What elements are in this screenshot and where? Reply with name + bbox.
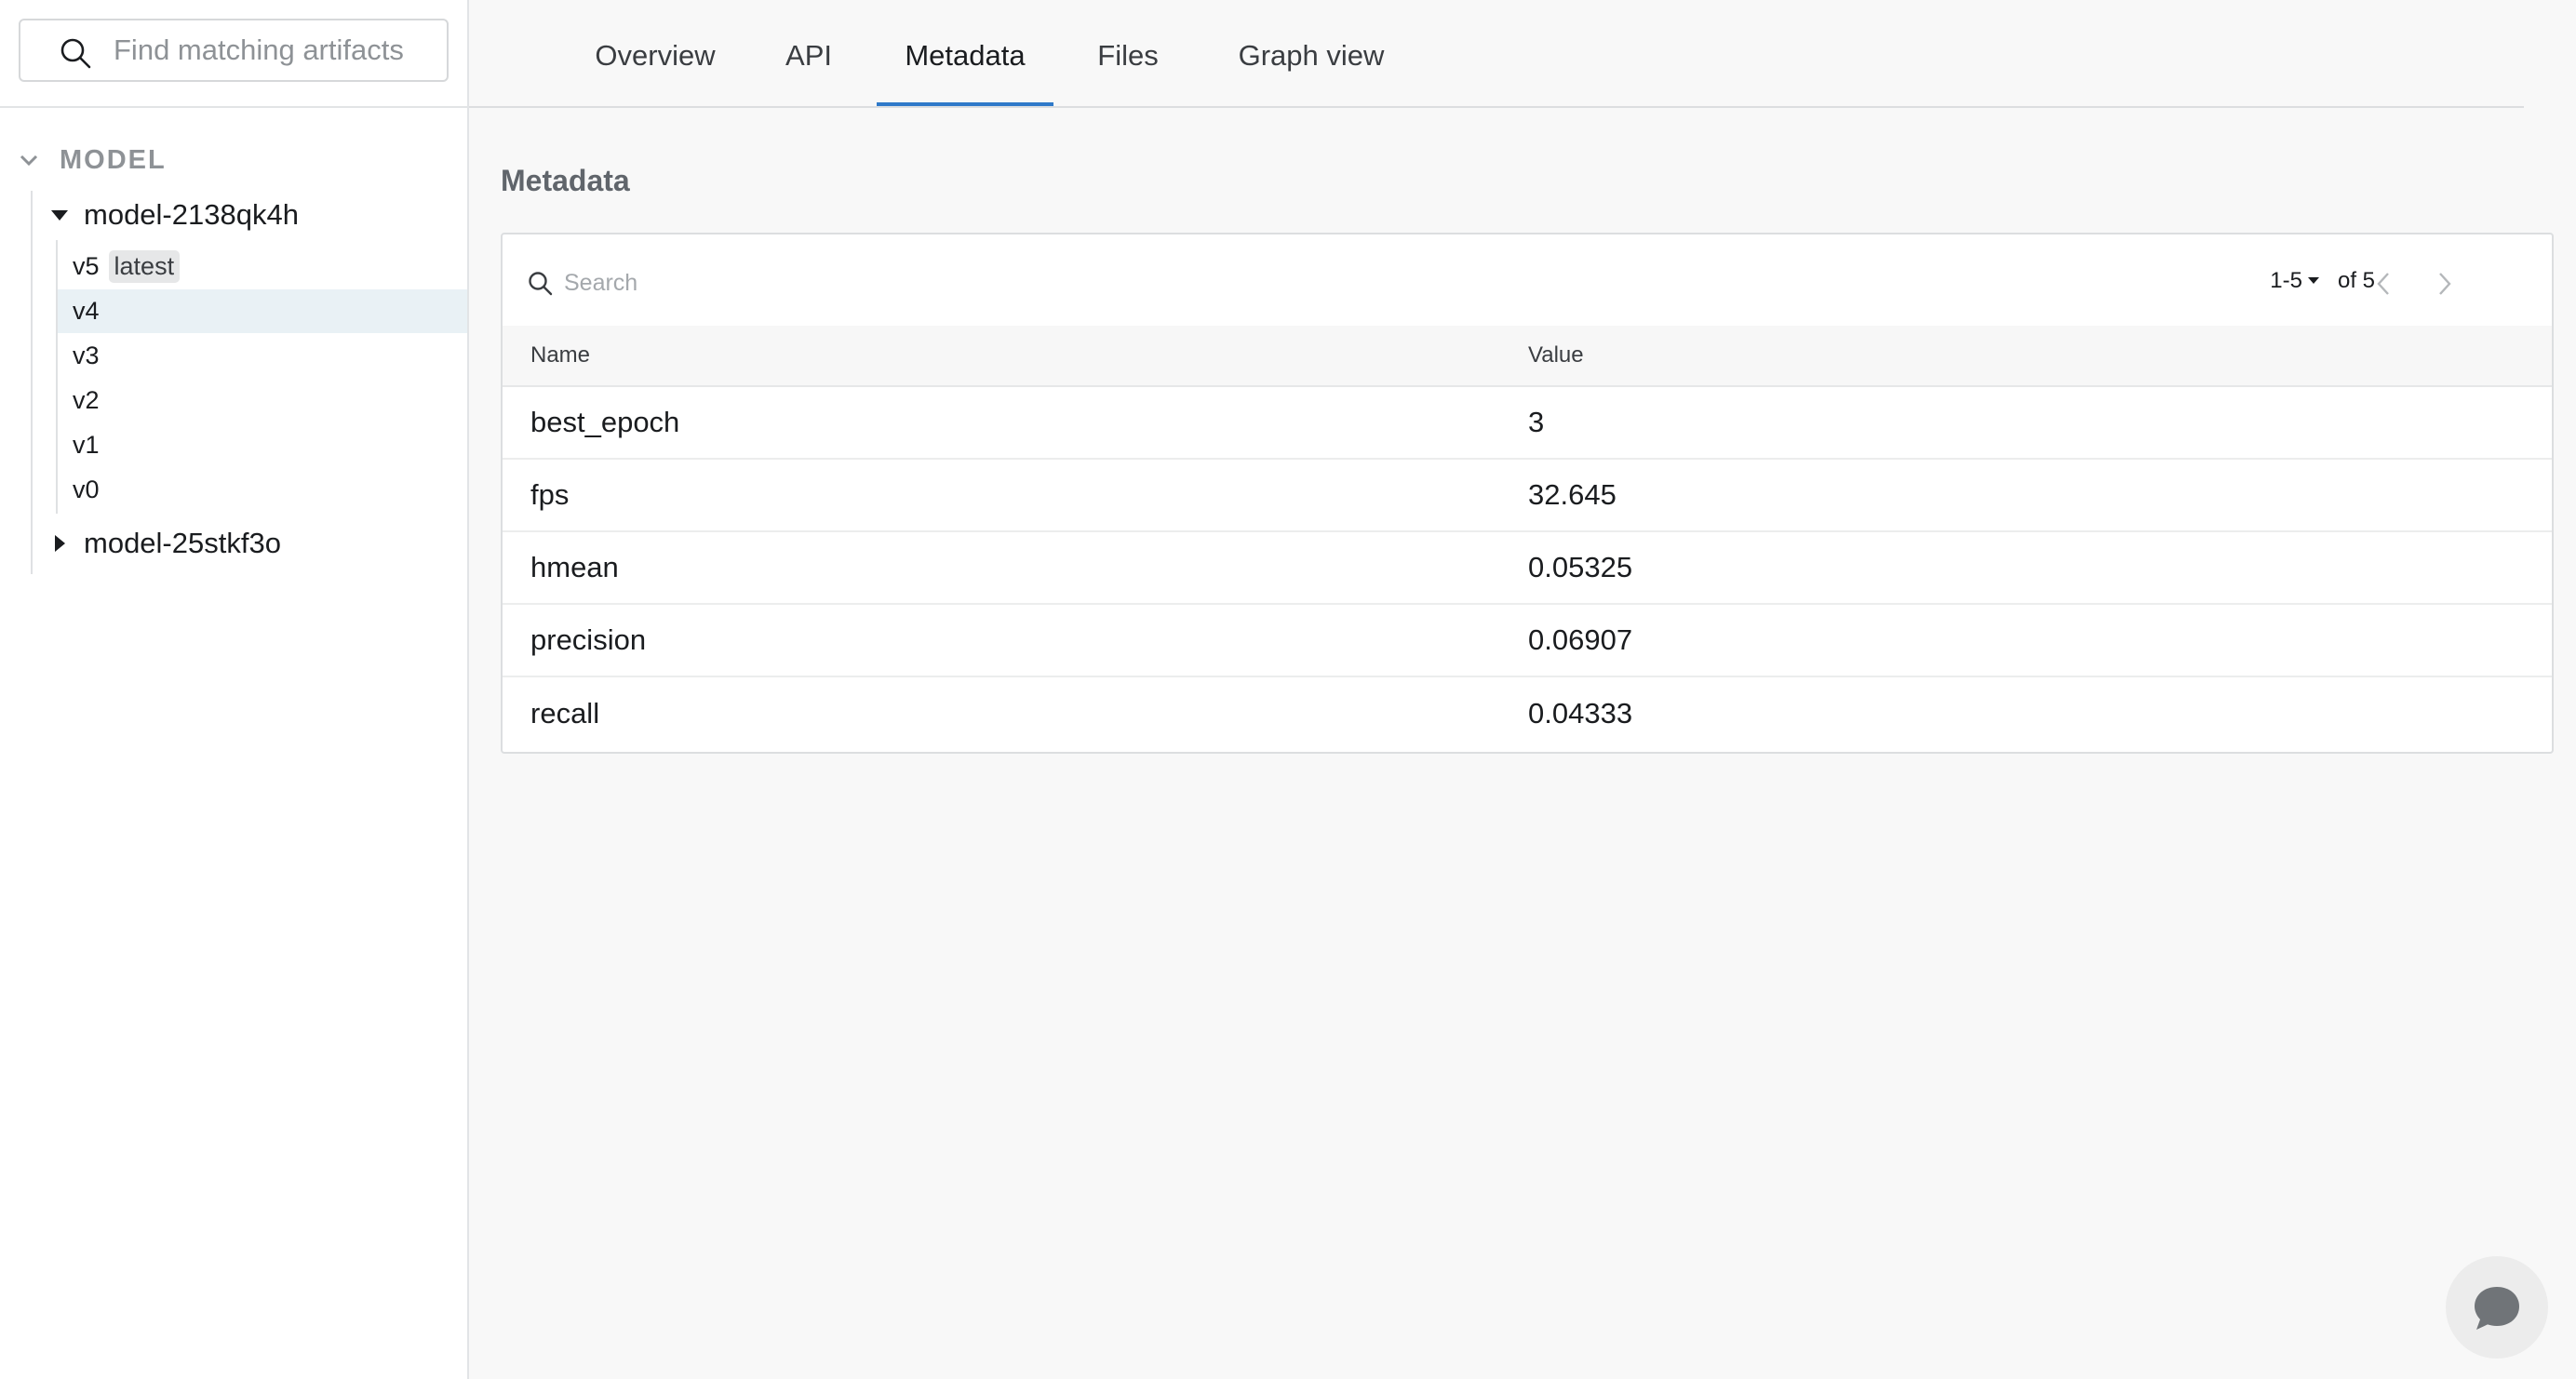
metadata-table-card: 1-5 of 5 Name Valu xyxy=(501,233,2554,754)
table-row: fps 32.645 xyxy=(503,460,2552,532)
pagination: 1-5 of 5 xyxy=(2270,268,2375,294)
version-label: v2 xyxy=(73,386,100,414)
tab-label: Graph view xyxy=(1238,39,1385,72)
previous-page-button[interactable] xyxy=(2362,262,2405,305)
model-item-25stkf3o[interactable]: model-25stkf3o xyxy=(43,519,281,568)
chevron-left-icon xyxy=(2377,273,2389,295)
cell-value: 0.05325 xyxy=(1528,551,1633,583)
tree-guide-line xyxy=(31,191,33,574)
next-page-button[interactable] xyxy=(2423,262,2466,305)
column-header-value[interactable]: Value xyxy=(1528,342,1584,368)
version-item-v1[interactable]: v1 xyxy=(58,423,467,467)
section-label: MODEL xyxy=(60,144,167,175)
tab-label: Files xyxy=(1097,39,1159,72)
table-row: best_epoch 3 xyxy=(503,387,2552,460)
table-row: recall 0.04333 xyxy=(503,677,2552,750)
tab-graph-view[interactable]: Graph view xyxy=(1232,39,1390,106)
version-item-v5[interactable]: v5 latest xyxy=(58,245,467,288)
model-item-2138qk4h[interactable]: model-2138qk4h xyxy=(43,191,299,239)
caret-down-icon xyxy=(43,208,76,221)
page-size-dropdown[interactable]: 1-5 xyxy=(2270,268,2319,294)
version-label: v0 xyxy=(73,475,100,503)
version-label: v5 xyxy=(73,252,100,280)
app-root: MODEL model-2138qk4h v5 latest v4 v3 v2 … xyxy=(0,0,2576,1379)
main-panel: Overview API Metadata Files Graph view M… xyxy=(469,0,2576,1379)
artifact-search-box[interactable] xyxy=(19,19,467,82)
cell-name: hmean xyxy=(530,551,619,583)
tab-metadata[interactable]: Metadata xyxy=(877,39,1053,106)
cell-name: precision xyxy=(530,623,647,656)
tab-overview[interactable]: Overview xyxy=(590,39,720,106)
version-item-v0[interactable]: v0 xyxy=(58,468,467,512)
tab-files[interactable]: Files xyxy=(1093,39,1163,106)
page-range: 1-5 xyxy=(2270,268,2302,293)
metadata-search[interactable] xyxy=(527,262,1122,303)
page-title: Metadata xyxy=(501,164,630,197)
version-label: v4 xyxy=(73,297,100,325)
cell-value: 0.04333 xyxy=(1528,697,1633,730)
alias-tag: latest xyxy=(108,250,181,283)
model-name: model-2138qk4h xyxy=(84,198,299,231)
version-label: v1 xyxy=(73,431,100,459)
chevron-right-icon xyxy=(2439,273,2451,295)
model-name: model-25stkf3o xyxy=(84,527,281,559)
tab-api[interactable]: API xyxy=(776,39,841,106)
version-label: v3 xyxy=(73,341,100,369)
column-header-name[interactable]: Name xyxy=(503,342,1528,368)
caret-right-icon xyxy=(43,534,76,553)
cell-value: 32.645 xyxy=(1528,478,1617,511)
cell-value: 0.06907 xyxy=(1528,623,1633,656)
cell-name: recall xyxy=(530,697,600,730)
cell-name: fps xyxy=(530,478,570,511)
search-icon xyxy=(60,38,91,69)
cell-name: best_epoch xyxy=(530,406,680,438)
metadata-search-input[interactable] xyxy=(564,269,1122,297)
tab-label: Metadata xyxy=(905,39,1026,72)
table-header: Name Value xyxy=(503,326,2552,387)
sidebar-divider xyxy=(0,106,467,108)
artifact-tabs: Overview API Metadata Files Graph view xyxy=(469,0,2524,108)
tab-label: API xyxy=(785,39,832,72)
metadata-table: Name Value best_epoch 3 fps 32.645 hmean… xyxy=(503,326,2552,750)
version-item-v2[interactable]: v2 xyxy=(58,379,467,422)
artifact-search-input[interactable] xyxy=(114,33,467,67)
chat-support-button[interactable] xyxy=(2446,1256,2548,1359)
version-item-v3[interactable]: v3 xyxy=(58,334,467,378)
search-icon xyxy=(529,272,553,296)
section-header-model[interactable]: MODEL xyxy=(19,141,167,179)
cell-value: 3 xyxy=(1528,406,1545,438)
chevron-down-icon xyxy=(20,154,38,167)
table-row: hmean 0.05325 xyxy=(503,532,2552,605)
chat-bubble-icon xyxy=(2475,1287,2519,1330)
artifact-sidebar: MODEL model-2138qk4h v5 latest v4 v3 v2 … xyxy=(0,0,469,1379)
tab-label: Overview xyxy=(595,39,716,72)
caret-down-icon xyxy=(2307,277,2319,284)
table-row: precision 0.06907 xyxy=(503,605,2552,677)
version-item-v4[interactable]: v4 xyxy=(58,289,467,333)
